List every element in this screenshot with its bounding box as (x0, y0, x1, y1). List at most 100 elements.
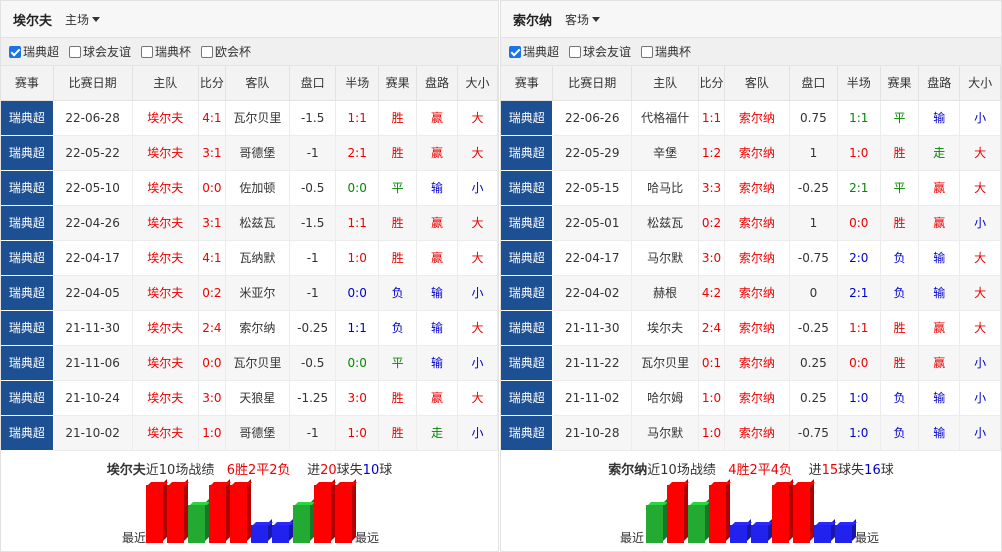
cell-league[interactable]: 瑞典超 (1, 170, 54, 206)
filter-1[interactable]: 球会友谊 (69, 43, 131, 60)
cell-score: 2:4 (198, 310, 226, 346)
cell-away[interactable]: 松兹瓦 (225, 205, 291, 241)
cell-home[interactable]: 埃尔夫 (132, 415, 200, 451)
cell-away[interactable]: 索尔纳 (724, 380, 790, 416)
cell-home[interactable]: 埃尔夫 (132, 345, 200, 381)
cell-league[interactable]: 瑞典超 (501, 310, 554, 346)
cell-home[interactable]: 埃尔夫 (132, 170, 200, 206)
cell-away[interactable]: 索尔纳 (225, 310, 291, 346)
cell-home[interactable]: 埃尔夫 (132, 205, 200, 241)
cell-away[interactable]: 瓦纳默 (225, 240, 291, 276)
cell-away[interactable]: 索尔纳 (724, 345, 790, 381)
cell-away[interactable]: 索尔纳 (724, 310, 790, 346)
cell-away[interactable]: 索尔纳 (724, 415, 790, 451)
cell-ou: 小 (959, 380, 1001, 416)
cell-half: 0:0 (837, 345, 881, 381)
filter-0[interactable]: 瑞典超 (9, 43, 59, 60)
venue-dropdown[interactable]: 客场 (565, 11, 601, 28)
cell-home[interactable]: 埃尔夫 (132, 240, 200, 276)
cell-home[interactable]: 哈尔姆 (631, 380, 700, 416)
summary-scored: 15 (821, 463, 839, 478)
cell-ou: 小 (457, 170, 498, 206)
filter-label: 球会友谊 (583, 45, 632, 59)
cell-away[interactable]: 索尔纳 (724, 240, 790, 276)
filter-3[interactable]: 欧会杯 (201, 43, 251, 60)
cell-league[interactable]: 瑞典超 (1, 415, 54, 451)
filter-checkbox[interactable] (69, 45, 82, 58)
cell-league[interactable]: 瑞典超 (1, 275, 54, 311)
venue-dropdown[interactable]: 主场 (65, 11, 101, 28)
cell-away[interactable]: 瓦尔贝里 (225, 100, 291, 136)
filter-checkbox[interactable] (201, 45, 214, 58)
cell-league[interactable]: 瑞典超 (1, 135, 54, 171)
cell-home[interactable]: 瓦尔贝里 (631, 345, 700, 381)
cell-home[interactable]: 赫根 (631, 275, 700, 311)
cell-league[interactable]: 瑞典超 (501, 100, 554, 136)
filter-2[interactable]: 瑞典杯 (641, 43, 691, 60)
filter-2[interactable]: 瑞典杯 (141, 43, 191, 60)
cell-ou: 大 (457, 135, 498, 171)
cell-date: 22-04-17 (53, 240, 133, 276)
column-header: 比分 (698, 66, 725, 101)
cell-home[interactable]: 马尔默 (631, 415, 700, 451)
cell-league[interactable]: 瑞典超 (1, 205, 54, 241)
cell-away[interactable]: 哥德堡 (225, 415, 291, 451)
filter-0[interactable]: 瑞典超 (509, 43, 559, 60)
trend-bar (314, 479, 336, 543)
cell-home[interactable]: 埃尔夫 (132, 310, 200, 346)
cell-league[interactable]: 瑞典超 (501, 380, 554, 416)
cell-home[interactable]: 哈马比 (631, 170, 700, 206)
cell-away[interactable]: 佐加顿 (225, 170, 291, 206)
cell-home[interactable]: 埃尔夫 (132, 275, 200, 311)
cell-home[interactable]: 埃尔夫 (631, 310, 700, 346)
cell-league[interactable]: 瑞典超 (501, 205, 554, 241)
cell-away[interactable]: 瓦尔贝里 (225, 345, 291, 381)
cell-result: 胜 (880, 205, 920, 241)
filter-checkbox[interactable] (569, 45, 582, 58)
cell-home[interactable]: 代格福什 (631, 100, 700, 136)
cell-home[interactable]: 埃尔夫 (132, 100, 200, 136)
cell-league[interactable]: 瑞典超 (501, 415, 554, 451)
cell-home[interactable]: 马尔默 (631, 240, 700, 276)
filter-checkbox[interactable] (141, 45, 154, 58)
cell-ou: 小 (959, 205, 1001, 241)
cell-away[interactable]: 米亚尔 (225, 275, 291, 311)
cell-away[interactable]: 索尔纳 (724, 205, 790, 241)
column-header: 赛事 (1, 66, 54, 101)
cell-league[interactable]: 瑞典超 (1, 310, 54, 346)
table-row: 瑞典超 21-11-30 埃尔夫 2:4 索尔纳 -0.25 1:1 胜赢大 (501, 310, 1001, 346)
cell-away[interactable]: 索尔纳 (724, 275, 790, 311)
cell-home[interactable]: 松兹瓦 (631, 205, 700, 241)
cell-league[interactable]: 瑞典超 (1, 380, 54, 416)
column-header: 大小 (457, 66, 498, 101)
cell-score: 3:1 (198, 135, 226, 171)
filter-checkbox[interactable] (509, 45, 521, 58)
venue-label: 客场 (565, 12, 590, 27)
filter-checkbox[interactable] (641, 45, 654, 58)
panel-header: 索尔纳 客场 (501, 1, 1001, 38)
cell-home[interactable]: 埃尔夫 (132, 135, 200, 171)
cell-league[interactable]: 瑞典超 (501, 170, 554, 206)
bar-top (316, 482, 336, 485)
trend-bar (146, 479, 168, 543)
cell-league[interactable]: 瑞典超 (1, 100, 54, 136)
cell-league[interactable]: 瑞典超 (501, 345, 554, 381)
bar-top (295, 502, 315, 505)
cell-away[interactable]: 天狼星 (225, 380, 291, 416)
cell-away[interactable]: 索尔纳 (724, 135, 790, 171)
cell-ah: 输 (918, 380, 961, 416)
cell-away[interactable]: 哥德堡 (225, 135, 291, 171)
cell-away[interactable]: 索尔纳 (724, 170, 790, 206)
cell-ah: 赢 (918, 345, 961, 381)
cell-league[interactable]: 瑞典超 (1, 240, 54, 276)
cell-home[interactable]: 埃尔夫 (132, 380, 200, 416)
filter-checkbox[interactable] (9, 45, 21, 58)
table-header-row: 赛事 比赛日期 主队 比分 客队 盘口 半场 赛果 盘路 大小 (1, 66, 498, 101)
cell-league[interactable]: 瑞典超 (501, 135, 554, 171)
cell-league[interactable]: 瑞典超 (501, 275, 554, 311)
filter-1[interactable]: 球会友谊 (569, 43, 631, 60)
cell-away[interactable]: 索尔纳 (724, 100, 790, 136)
cell-home[interactable]: 辛堡 (631, 135, 700, 171)
cell-league[interactable]: 瑞典超 (501, 240, 554, 276)
cell-league[interactable]: 瑞典超 (1, 345, 54, 381)
